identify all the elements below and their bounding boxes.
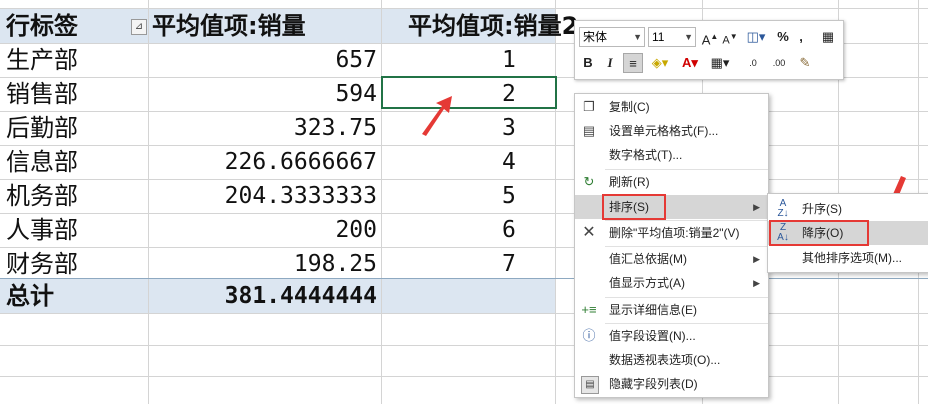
menu-item-more-sort-options[interactable]: 其他排序选项(M)... <box>768 246 928 270</box>
menu-item-hide-field-list[interactable]: ▤ 隐藏字段列表(D) <box>575 372 768 396</box>
rank-cell[interactable]: 6 <box>502 213 516 247</box>
font-color-icon[interactable]: A▾ <box>677 53 703 73</box>
dept-cell[interactable]: 财务部 <box>6 247 78 281</box>
fill-color-icon[interactable]: ◈▾ <box>647 53 673 73</box>
avg-cell[interactable]: 198.25 <box>294 247 377 281</box>
delete-icon: ✕ <box>582 224 596 241</box>
rank-cell[interactable]: 7 <box>502 247 516 281</box>
rank-cell[interactable]: 4 <box>502 145 516 179</box>
align-center-icon[interactable]: ≡ <box>623 53 643 73</box>
rank-cell[interactable]: 3 <box>502 111 516 145</box>
submenu-arrow-icon: ▶ <box>753 254 760 264</box>
rank-cell[interactable]: 5 <box>502 179 516 213</box>
total-label[interactable]: 总计 <box>6 279 54 313</box>
menu-item-show-details[interactable]: +≡ 显示详细信息(E) <box>575 298 768 322</box>
menu-item-copy[interactable]: ❐ 复制(C) <box>575 95 768 119</box>
table-format-icon[interactable]: ▦ <box>819 27 837 47</box>
menu-item-show-values-as[interactable]: 值显示方式(A) ▶ <box>575 271 768 295</box>
rank-cell[interactable]: 1 <box>502 43 516 77</box>
menu-item-refresh[interactable]: ↻ 刷新(R) <box>575 170 768 194</box>
avg-cell[interactable]: 657 <box>335 43 377 77</box>
format-cells-icon: ▤ <box>582 123 596 138</box>
dept-cell[interactable]: 销售部 <box>6 77 78 111</box>
row-label-header[interactable]: 行标签 <box>6 9 78 43</box>
font-name-combo[interactable]: 宋体 ▼ <box>579 27 645 47</box>
dept-cell[interactable]: 生产部 <box>6 43 78 77</box>
copy-icon: ❐ <box>583 99 595 114</box>
chevron-down-icon: ▼ <box>633 32 642 42</box>
comma-style-icon[interactable]: , <box>793 27 809 47</box>
menu-item-pivot-options[interactable]: 数据透视表选项(O)... <box>575 348 768 372</box>
filter-dropdown-icon[interactable]: ⊿ <box>131 19 147 35</box>
refresh-icon: ↻ <box>583 174 595 189</box>
sort-highlight-box <box>602 194 666 220</box>
sort-submenu: A Z↓ 升序(S) Z A↓ 降序(O) 其他排序选项(M)... <box>767 193 928 273</box>
col2-header[interactable]: 平均值项:销量2 <box>408 9 578 43</box>
field-settings-icon: ⓘ <box>582 328 596 343</box>
avg-cell[interactable]: 226.6666667 <box>225 145 377 179</box>
selected-cell-outline <box>381 76 557 109</box>
show-detail-icon: +≡ <box>581 302 597 317</box>
dept-cell[interactable]: 人事部 <box>6 213 78 247</box>
menu-item-number-format[interactable]: 数字格式(T)... <box>575 143 768 167</box>
col1-header[interactable]: 平均值项:销量 <box>152 9 306 43</box>
avg-cell[interactable]: 200 <box>335 213 377 247</box>
menu-item-sort-ascending[interactable]: A Z↓ 升序(S) <box>768 197 928 221</box>
format-painter-icon[interactable]: ✎ <box>795 53 815 73</box>
chevron-down-icon: ▼ <box>684 32 693 42</box>
mini-toolbar: 宋体 ▼ 11 ▼ A▲ A▼ ◫▾ % , ▦ B I ≡ ◈▾ A▾ ▦▾ .0… <box>574 20 844 80</box>
sort-ascending-icon: A Z↓ <box>777 198 789 219</box>
menu-item-format-cells[interactable]: ▤ 设置单元格格式(F)... <box>575 119 768 143</box>
avg-cell[interactable]: 594 <box>335 77 377 111</box>
accounting-format-icon[interactable]: ◫▾ <box>743 27 769 47</box>
decrease-decimal-icon[interactable]: .00 <box>767 53 791 73</box>
font-grow-icon[interactable]: A▲ <box>701 27 719 47</box>
menu-item-summarize-by[interactable]: 值汇总依据(M) ▶ <box>575 247 768 271</box>
font-size-combo[interactable]: 11 ▼ <box>648 27 696 47</box>
bold-icon[interactable]: B <box>579 53 597 73</box>
context-menu: ❐ 复制(C) ▤ 设置单元格格式(F)... 数字格式(T)... ↻ 刷新(… <box>574 93 769 398</box>
dept-cell[interactable]: 机务部 <box>6 179 78 213</box>
increase-decimal-icon[interactable]: .0 <box>741 53 765 73</box>
italic-icon[interactable]: I <box>601 53 619 73</box>
avg-cell[interactable]: 204.3333333 <box>225 179 377 213</box>
descending-highlight-box <box>769 220 869 246</box>
percent-style-icon[interactable]: % <box>775 27 791 47</box>
menu-item-value-field-settings[interactable]: ⓘ 值字段设置(N)... <box>575 324 768 348</box>
menu-item-delete-field[interactable]: ✕ 删除"平均值项:销量2"(V) <box>575 221 768 245</box>
total-avg[interactable]: 381.4444444 <box>225 279 377 313</box>
dept-cell[interactable]: 信息部 <box>6 145 78 179</box>
field-list-icon: ▤ <box>581 376 599 394</box>
submenu-arrow-icon: ▶ <box>753 202 760 212</box>
dept-cell[interactable]: 后勤部 <box>6 111 78 145</box>
annotation-arrow-icon <box>422 96 452 136</box>
font-shrink-icon[interactable]: A▼ <box>721 27 739 47</box>
borders-icon[interactable]: ▦▾ <box>707 53 733 73</box>
submenu-arrow-icon: ▶ <box>753 278 760 288</box>
avg-cell[interactable]: 323.75 <box>294 111 377 145</box>
